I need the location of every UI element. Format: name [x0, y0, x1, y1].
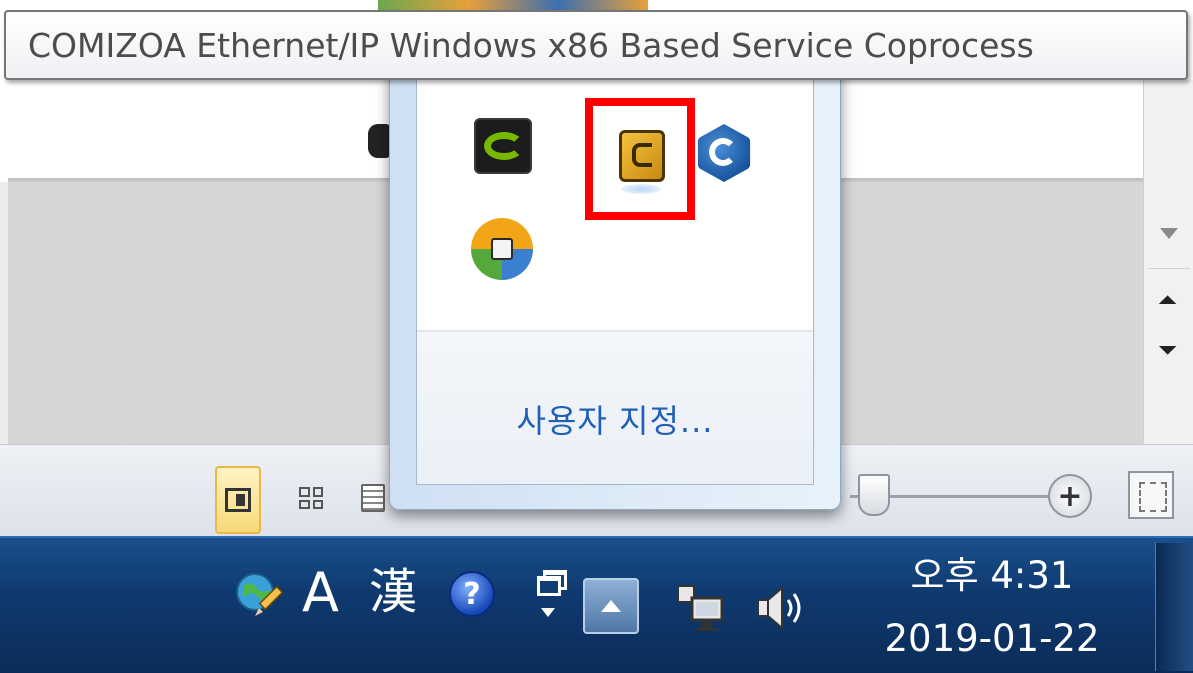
zoom-in-button[interactable]: +: [1048, 474, 1092, 518]
reading-view-button[interactable]: [352, 466, 394, 530]
zoom-slider-thumb[interactable]: [858, 474, 890, 516]
comizoa-service-icon[interactable]: [585, 98, 695, 220]
plus-icon: +: [1057, 478, 1083, 514]
language-bar-icon[interactable]: [233, 570, 287, 624]
clock-time: 오후 4:31: [910, 554, 1074, 597]
network-icon[interactable]: [672, 582, 728, 634]
language-bar-restore-icon[interactable]: [533, 566, 569, 626]
notification-overflow-popup: 사용자 지정...: [389, 60, 841, 510]
print-layout-view-button[interactable]: [215, 466, 261, 534]
previous-page-icon[interactable]: ⏶: [1158, 288, 1177, 312]
help-label: ?: [463, 576, 481, 612]
next-page-icon[interactable]: ⏷: [1158, 338, 1177, 362]
grid-view-icon: [299, 487, 323, 509]
nvidia-icon[interactable]: [474, 118, 532, 174]
fit-page-button[interactable]: [1128, 471, 1174, 519]
ime-input-mode[interactable]: A: [302, 566, 339, 620]
vertical-scrollbar[interactable]: ⏶ ⏷: [1143, 80, 1193, 444]
show-desktop-button[interactable]: [1155, 543, 1193, 671]
blue-hexagon-app-icon[interactable]: [697, 124, 751, 182]
colorful-ring-app-icon[interactable]: [471, 218, 533, 280]
thumbnail-view-button[interactable]: [290, 466, 332, 530]
document-glyph: [368, 124, 390, 158]
popup-footer: 사용자 지정...: [417, 332, 813, 484]
print-layout-icon: [225, 488, 251, 512]
system-clock[interactable]: 오후 4:31 2019-01-22: [862, 552, 1122, 664]
comizoa-service-app-icon: [619, 130, 665, 182]
workspace-left-edge: [0, 182, 8, 444]
book-icon: [361, 484, 385, 512]
icon-tooltip: COMIZOA Ethernet/IP Windows x86 Based Se…: [4, 10, 1188, 80]
scrollbar-divider: [1148, 268, 1190, 269]
customize-link[interactable]: 사용자 지정...: [417, 396, 813, 442]
show-hidden-icons-button[interactable]: [583, 578, 639, 634]
scroll-down-arrow-icon[interactable]: [1160, 228, 1178, 239]
tooltip-text: COMIZOA Ethernet/IP Windows x86 Based Se…: [28, 25, 1034, 65]
hanja-conversion-button[interactable]: 漢: [369, 568, 417, 616]
overflow-icon-panel: 사용자 지정...: [416, 79, 814, 485]
chevron-up-icon: [601, 600, 621, 612]
help-icon[interactable]: ?: [449, 571, 495, 617]
volume-icon[interactable]: [752, 584, 808, 632]
clock-date: 2019-01-22: [884, 617, 1100, 660]
